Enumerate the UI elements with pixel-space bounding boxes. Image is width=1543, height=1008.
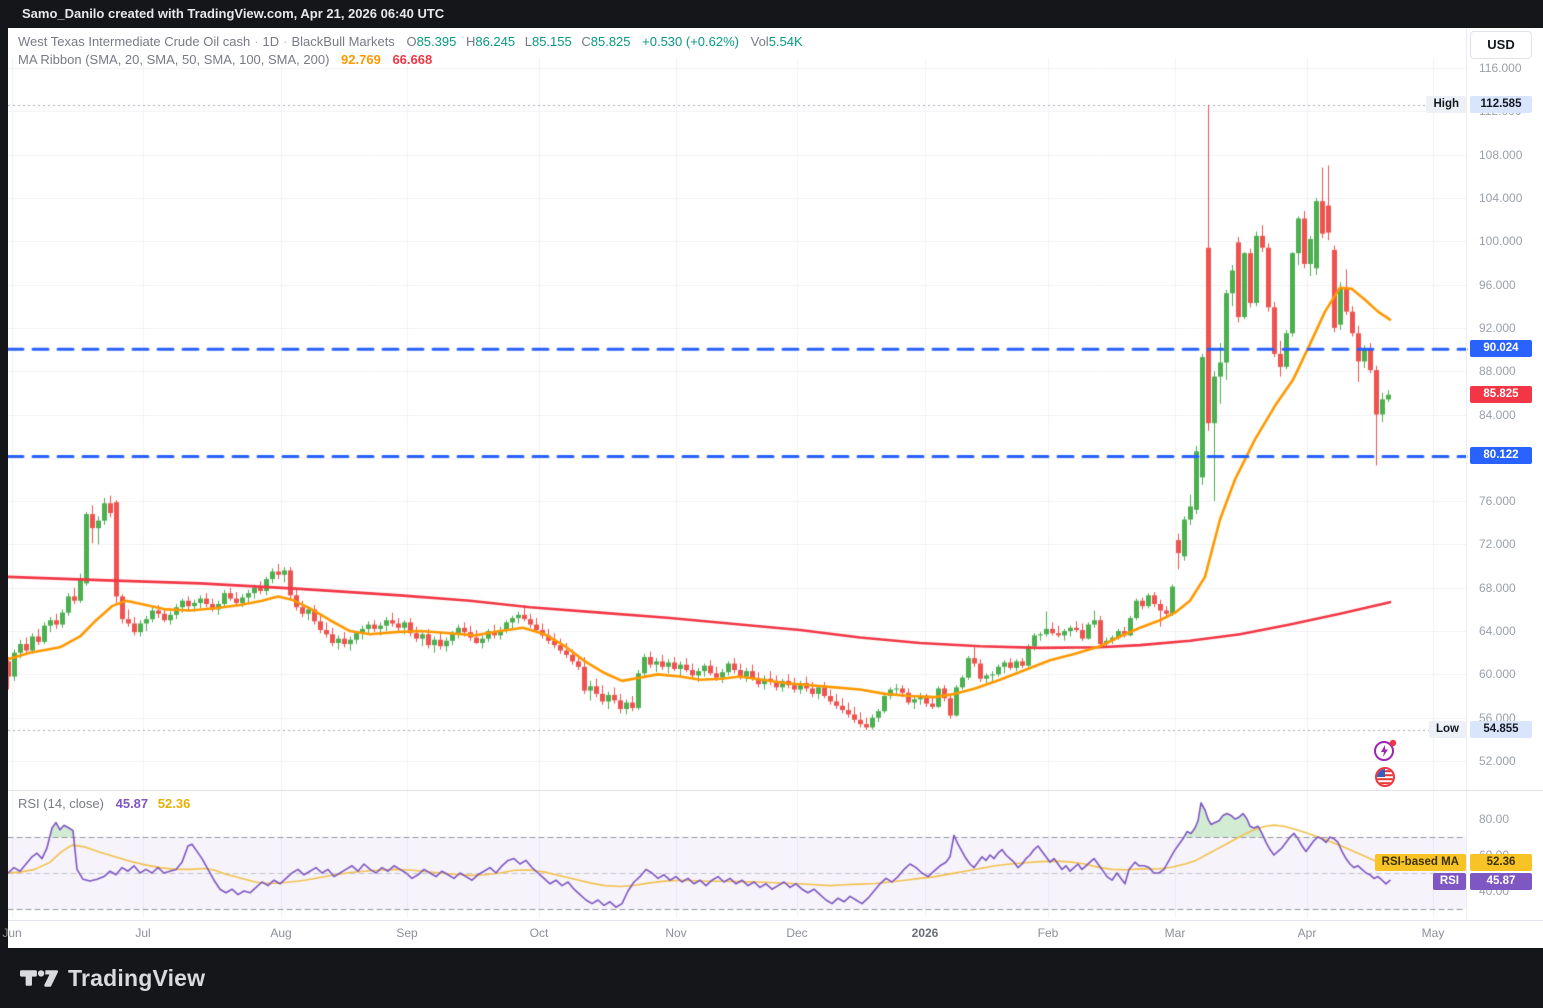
symbol-legend: West Texas Intermediate Crude Oil cash·1…: [18, 34, 803, 49]
rsi-ma-value-chip: 52.36: [1470, 854, 1532, 871]
attribution-text: Samo_Danilo created with TradingView.com…: [22, 6, 444, 21]
time-tick: Jun: [2, 926, 21, 940]
time-tick: Apr: [1298, 926, 1317, 940]
low-value: 85.155: [532, 34, 572, 49]
currency-button[interactable]: USD: [1470, 31, 1532, 59]
time-tick: Jul: [135, 926, 150, 940]
time-tick: May: [1422, 926, 1445, 940]
tradingview-logo-mark: [20, 963, 58, 993]
ma-ribbon-legend: MA Ribbon (SMA, 20, SMA, 50, SMA, 100, S…: [18, 52, 432, 67]
price-tick: 68.000: [1479, 581, 1516, 595]
last-price-chip: 85.825: [1470, 386, 1532, 403]
pane-separator[interactable]: [8, 790, 1543, 791]
rsi-label-chip: RSI: [1433, 873, 1466, 890]
volume-label: Vol: [751, 34, 769, 49]
level-price-chip-90[interactable]: 90.024: [1470, 340, 1532, 357]
open-value: 85.395: [417, 34, 457, 49]
close-value: 85.825: [591, 34, 631, 49]
price-tick: 100.000: [1479, 234, 1522, 248]
price-tick: 96.000: [1479, 278, 1516, 292]
high-value: 86.245: [475, 34, 515, 49]
economic-calendar-flag-icon[interactable]: [1373, 765, 1397, 789]
price-tick: 116.000: [1479, 61, 1522, 75]
rsi-value: 45.87: [116, 796, 149, 811]
time-tick: Oct: [530, 926, 549, 940]
close-label: C: [581, 34, 590, 49]
chart-canvas[interactable]: [8, 28, 1543, 948]
price-axis-separator: [1466, 28, 1467, 920]
price-tick: 52.000: [1479, 754, 1516, 768]
rsi-ma-label-chip: RSI-based MA: [1375, 854, 1466, 871]
level-price-chip-80[interactable]: 80.122: [1470, 447, 1532, 464]
symbol-title[interactable]: West Texas Intermediate Crude Oil cash: [18, 34, 250, 49]
time-tick: Nov: [665, 926, 686, 940]
price-tick: 104.000: [1479, 191, 1522, 205]
low-label: L: [525, 34, 532, 49]
rsi-value-chip: 45.87: [1470, 873, 1532, 890]
exchange-label: BlackBull Markets: [292, 34, 395, 49]
time-axis-separator: [8, 920, 1543, 921]
open-label: O: [406, 34, 416, 49]
high-value-chip: 112.585: [1470, 96, 1532, 113]
rsi-tick: 80.00: [1479, 812, 1509, 826]
footer-bar: TradingView: [0, 948, 1543, 1008]
price-tick: 76.000: [1479, 494, 1516, 508]
price-tick: 92.000: [1479, 321, 1516, 335]
high-label: H: [466, 34, 475, 49]
price-tick: 88.000: [1479, 364, 1516, 378]
price-tick: 108.000: [1479, 148, 1522, 162]
price-tick: 60.000: [1479, 667, 1516, 681]
volume-value: 5.54K: [769, 34, 803, 49]
time-tick: Aug: [270, 926, 291, 940]
earnings-event-icon[interactable]: [1373, 738, 1397, 762]
chart-widget: West Texas Intermediate Crude Oil cash·1…: [8, 28, 1543, 948]
price-tick: 84.000: [1479, 408, 1516, 422]
ma20-value: 92.769: [341, 52, 381, 67]
time-tick: Sep: [396, 926, 417, 940]
high-label-chip: High: [1426, 96, 1466, 113]
time-tick: 2026: [912, 926, 939, 940]
price-tick: 64.000: [1479, 624, 1516, 638]
low-value-chip: 54.855: [1470, 721, 1532, 738]
time-tick: Feb: [1038, 926, 1059, 940]
ma-ribbon-label[interactable]: MA Ribbon (SMA, 20, SMA, 50, SMA, 100, S…: [18, 52, 329, 67]
tradingview-logo[interactable]: TradingView: [20, 963, 205, 993]
ma200-value: 66.668: [392, 52, 432, 67]
time-tick: Dec: [786, 926, 807, 940]
interval-label[interactable]: 1D: [263, 34, 280, 49]
attribution-bar: Samo_Danilo created with TradingView.com…: [0, 0, 1543, 28]
tradingview-brand-text: TradingView: [68, 965, 205, 992]
rsi-ma-value: 52.36: [158, 796, 191, 811]
change-value: +0.530 (+0.62%): [642, 34, 739, 49]
rsi-legend: RSI (14, close) 45.87 52.36: [18, 796, 190, 811]
price-tick: 72.000: [1479, 537, 1516, 551]
time-tick: Mar: [1165, 926, 1186, 940]
low-label-chip: Low: [1429, 721, 1466, 738]
rsi-indicator-label[interactable]: RSI (14, close): [18, 796, 104, 811]
